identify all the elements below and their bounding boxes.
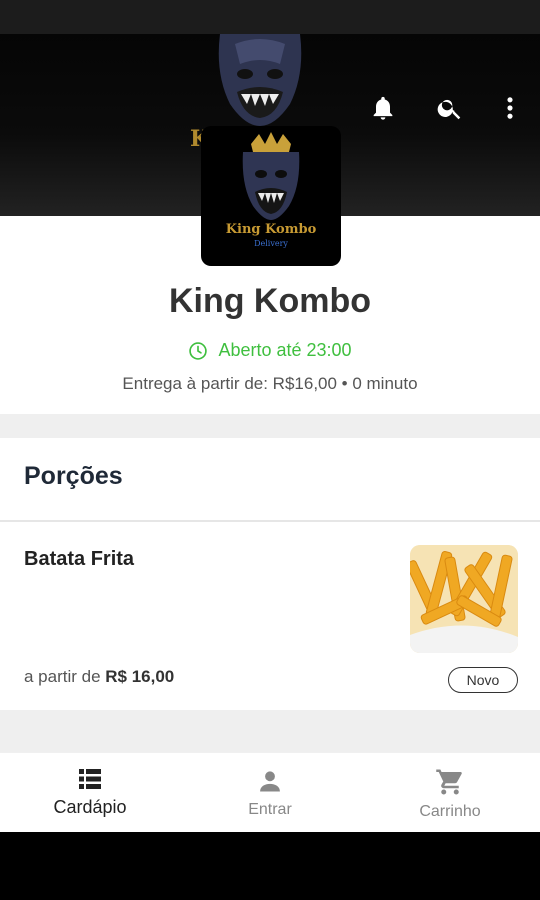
nav-label-carrinho: Carrinho [419,803,481,820]
store-open-status: Aberto até 23:00 [0,340,540,361]
logo-brand-text: King Kombo [225,222,317,237]
product-name: Batata Frita [24,548,135,570]
product-image-fries [410,545,518,653]
nav-item-carrinho[interactable]: Carrinho [360,753,540,832]
bell-icon[interactable] [367,92,399,124]
gorilla-banner-image [218,34,302,126]
status-bar [0,0,540,34]
logo-subtext: Delivery [254,239,288,248]
nav-item-entrar[interactable]: Entrar [180,753,360,832]
price-prefix: a partir de [24,667,106,686]
nav-item-cardapio[interactable]: Cardápio [0,753,180,832]
store-logo: King Kombo Delivery [201,126,341,266]
more-options-icon[interactable] [494,92,526,124]
person-icon [260,771,280,792]
product-price: a partir de R$ 16,00 [24,667,174,687]
nav-label-cardapio: Cardápio [53,797,127,817]
new-badge: Novo [448,667,518,693]
price-value: R$ 16,00 [105,667,175,686]
store-status-text: Aberto até 23:00 [218,340,352,360]
nav-label-entrar: Entrar [248,801,292,818]
main-content: King Kombo Aberto até 23:00 Entrega à pa… [0,216,540,752]
gorilla-crown-logo-image [242,132,300,220]
search-icon[interactable] [434,92,466,124]
section-title: Porções [24,462,123,490]
system-navigation-bar [0,832,540,900]
product-item-batata-frita[interactable]: Batata Frita a partir de R$ 16,00 Novo [0,522,540,710]
menu-section-porcoes: Porções Batata Frita a partir de R$ 16,0… [0,438,540,710]
clock-icon [189,341,208,360]
menu-list-icon [79,769,101,789]
bottom-navigation: Cardápio Entrar Carrinho [0,752,540,832]
store-name: King Kombo [168,282,372,320]
store-delivery-info: Entrega à partir de: R$16,00 • 0 minuto [122,374,418,393]
cart-icon [436,769,462,795]
